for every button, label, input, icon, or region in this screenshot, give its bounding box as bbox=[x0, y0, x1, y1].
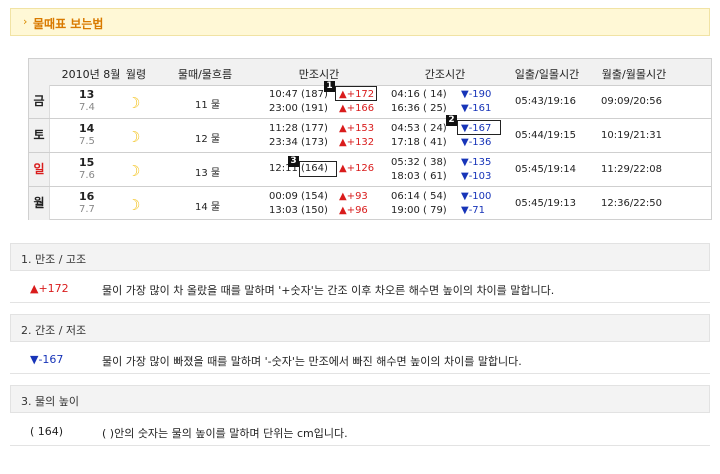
note-key: ( 164) bbox=[30, 425, 64, 438]
low-tide-1: 04:53 ( 24) bbox=[391, 123, 447, 134]
low-tide-2: 17:18 ( 41) bbox=[391, 137, 447, 148]
marker-1: 1 bbox=[324, 81, 335, 92]
moonrise-moonset: 10:19/21:31 bbox=[601, 130, 663, 141]
day-of-week: 금 bbox=[29, 85, 50, 118]
crescent-moon-icon: ☽ bbox=[127, 162, 141, 180]
high-tide-2-diff: ▲+96 bbox=[339, 205, 368, 216]
low-tide-1: 06:14 ( 54) bbox=[391, 191, 447, 202]
high-tide-1: 11:28 (177) bbox=[269, 123, 328, 134]
page-title: 물때표 보는법 bbox=[33, 17, 104, 31]
sunrise-sunset: 05:45/19:13 bbox=[515, 198, 577, 209]
note-body-2: ▼-167 물이 가장 많이 빠졌을 때를 말하며 '-숫자'는 만조에서 빠진… bbox=[10, 345, 710, 374]
day-of-week: 일 bbox=[29, 153, 50, 186]
header-moonrise: 월출/월몰시간 bbox=[601, 68, 667, 81]
low-tide-2: 16:36 ( 25) bbox=[391, 103, 447, 114]
low-tide-1-diff: ▼-135 bbox=[461, 157, 492, 168]
note-header-3: 3. 물의 높이 bbox=[10, 385, 710, 413]
sunrise-sunset: 05:44/19:15 bbox=[515, 130, 577, 141]
lunar-date: 7.7 bbox=[79, 204, 95, 215]
note-key: ▼-167 bbox=[30, 353, 64, 366]
header-sun: 일출/일몰시간 bbox=[514, 68, 580, 81]
highlight-box-1 bbox=[335, 86, 377, 101]
header-low-tide: 간조시간 bbox=[424, 68, 466, 81]
crescent-moon-icon: ☽ bbox=[127, 128, 141, 146]
high-tide-1-diff: ▲+126 bbox=[339, 163, 375, 174]
high-tide-1: 00:09 (154) bbox=[269, 191, 328, 202]
high-tide-2: 23:00 (191) bbox=[269, 103, 328, 114]
note-header-1: 1. 만조 / 고조 bbox=[10, 243, 710, 271]
table-row: 토 14 7.5 ☽ 12 물 11:28 (177) ▲+153 23:34 … bbox=[29, 119, 711, 153]
low-tide-1-diff: ▼-190 bbox=[461, 89, 492, 100]
lunar-date: 7.5 bbox=[79, 136, 95, 147]
table-row: 월 16 7.7 ☽ 14 물 00:09 (154) ▲+93 13:03 (… bbox=[29, 187, 711, 220]
note-title: 3. 물의 높이 bbox=[21, 395, 79, 408]
header-moon-phase: 월령 bbox=[125, 68, 147, 81]
high-tide-2-diff: ▲+166 bbox=[339, 103, 375, 114]
low-tide-2-diff: ▼-103 bbox=[461, 171, 492, 182]
date: 16 bbox=[79, 190, 95, 203]
moonrise-moonset: 11:29/22:08 bbox=[601, 164, 663, 175]
low-tide-1-diff: ▼-100 bbox=[461, 191, 492, 202]
marker-3: 3 bbox=[288, 156, 299, 167]
sunrise-sunset: 05:45/19:14 bbox=[515, 164, 577, 175]
note-text: ( )안의 숫자는 물의 높이를 말하며 단위는 cm입니다. bbox=[102, 427, 348, 440]
crescent-moon-icon: ☽ bbox=[127, 94, 141, 112]
lunar-date: 7.4 bbox=[79, 102, 95, 113]
high-tide-1-diff: ▲+93 bbox=[339, 191, 368, 202]
note-text: 물이 가장 많이 빠졌을 때를 말하며 '-숫자'는 만조에서 빠진 해수면 높… bbox=[102, 355, 522, 368]
high-tide-2-diff: ▲+132 bbox=[339, 137, 375, 148]
note-title: 1. 만조 / 고조 bbox=[21, 253, 87, 266]
low-tide-2-diff: ▼-71 bbox=[461, 205, 486, 216]
date: 13 bbox=[79, 88, 95, 101]
low-tide-2: 18:03 ( 61) bbox=[391, 171, 447, 182]
table-header-row: 2010년 8월 월령 물때/물흐름 만조시간 간조시간 일출/일몰시간 월출/… bbox=[29, 59, 711, 86]
day-of-week: 토 bbox=[29, 119, 50, 152]
marker-2: 2 bbox=[446, 115, 457, 126]
tide-phase: 11 물 bbox=[195, 100, 221, 111]
date: 14 bbox=[79, 122, 95, 135]
moonrise-moonset: 09:09/20:56 bbox=[601, 96, 663, 107]
note-title: 2. 간조 / 저조 bbox=[21, 324, 87, 337]
low-tide-1: 05:32 ( 38) bbox=[391, 157, 447, 168]
note-header-2: 2. 간조 / 저조 bbox=[10, 314, 710, 342]
note-body-1: ▲+172 물이 가장 많이 차 올랐을 때를 말하며 '+숫자'는 간조 이후… bbox=[10, 274, 710, 303]
low-tide-2-diff: ▼-136 bbox=[461, 137, 492, 148]
low-tide-2: 19:00 ( 79) bbox=[391, 205, 447, 216]
crescent-moon-icon: ☽ bbox=[127, 196, 141, 214]
tide-phase: 13 물 bbox=[195, 168, 221, 179]
table-row: 일 15 7.6 ☽ 13 물 12:11 (164) ▲+126 05:32 … bbox=[29, 153, 711, 187]
chevron-right-icon: › bbox=[23, 15, 28, 28]
tide-phase: 14 물 bbox=[195, 202, 221, 213]
day-of-week: 월 bbox=[29, 187, 50, 220]
date: 15 bbox=[79, 156, 95, 169]
tide-table: 2010년 8월 월령 물때/물흐름 만조시간 간조시간 일출/일몰시간 월출/… bbox=[28, 58, 712, 220]
header-date-month: 2010년 8월 bbox=[61, 68, 121, 81]
sunrise-sunset: 05:43/19:16 bbox=[515, 96, 577, 107]
high-tide-1-diff: ▲+153 bbox=[339, 123, 375, 134]
note-key: ▲+172 bbox=[30, 282, 69, 295]
moonrise-moonset: 12:36/22:50 bbox=[601, 198, 663, 209]
header-tide: 물때/물흐름 bbox=[177, 68, 233, 81]
section-header: › 물때표 보는법 bbox=[10, 8, 710, 36]
note-text: 물이 가장 많이 차 올랐을 때를 말하며 '+숫자'는 간조 이후 차오른 해… bbox=[102, 284, 555, 297]
note-body-3: ( 164) ( )안의 숫자는 물의 높이를 말하며 단위는 cm입니다. bbox=[10, 417, 710, 446]
high-tide-2: 13:03 (150) bbox=[269, 205, 328, 216]
highlight-box-3 bbox=[299, 161, 337, 177]
low-tide-2-diff: ▼-161 bbox=[461, 103, 492, 114]
low-tide-1: 04:16 ( 14) bbox=[391, 89, 447, 100]
high-tide-1: 10:47 (187) bbox=[269, 89, 328, 100]
high-tide-2: 23:34 (173) bbox=[269, 137, 328, 148]
tide-phase: 12 물 bbox=[195, 134, 221, 145]
lunar-date: 7.6 bbox=[79, 170, 95, 181]
highlight-box-2 bbox=[457, 120, 501, 135]
header-high-tide: 만조시간 bbox=[298, 68, 340, 81]
